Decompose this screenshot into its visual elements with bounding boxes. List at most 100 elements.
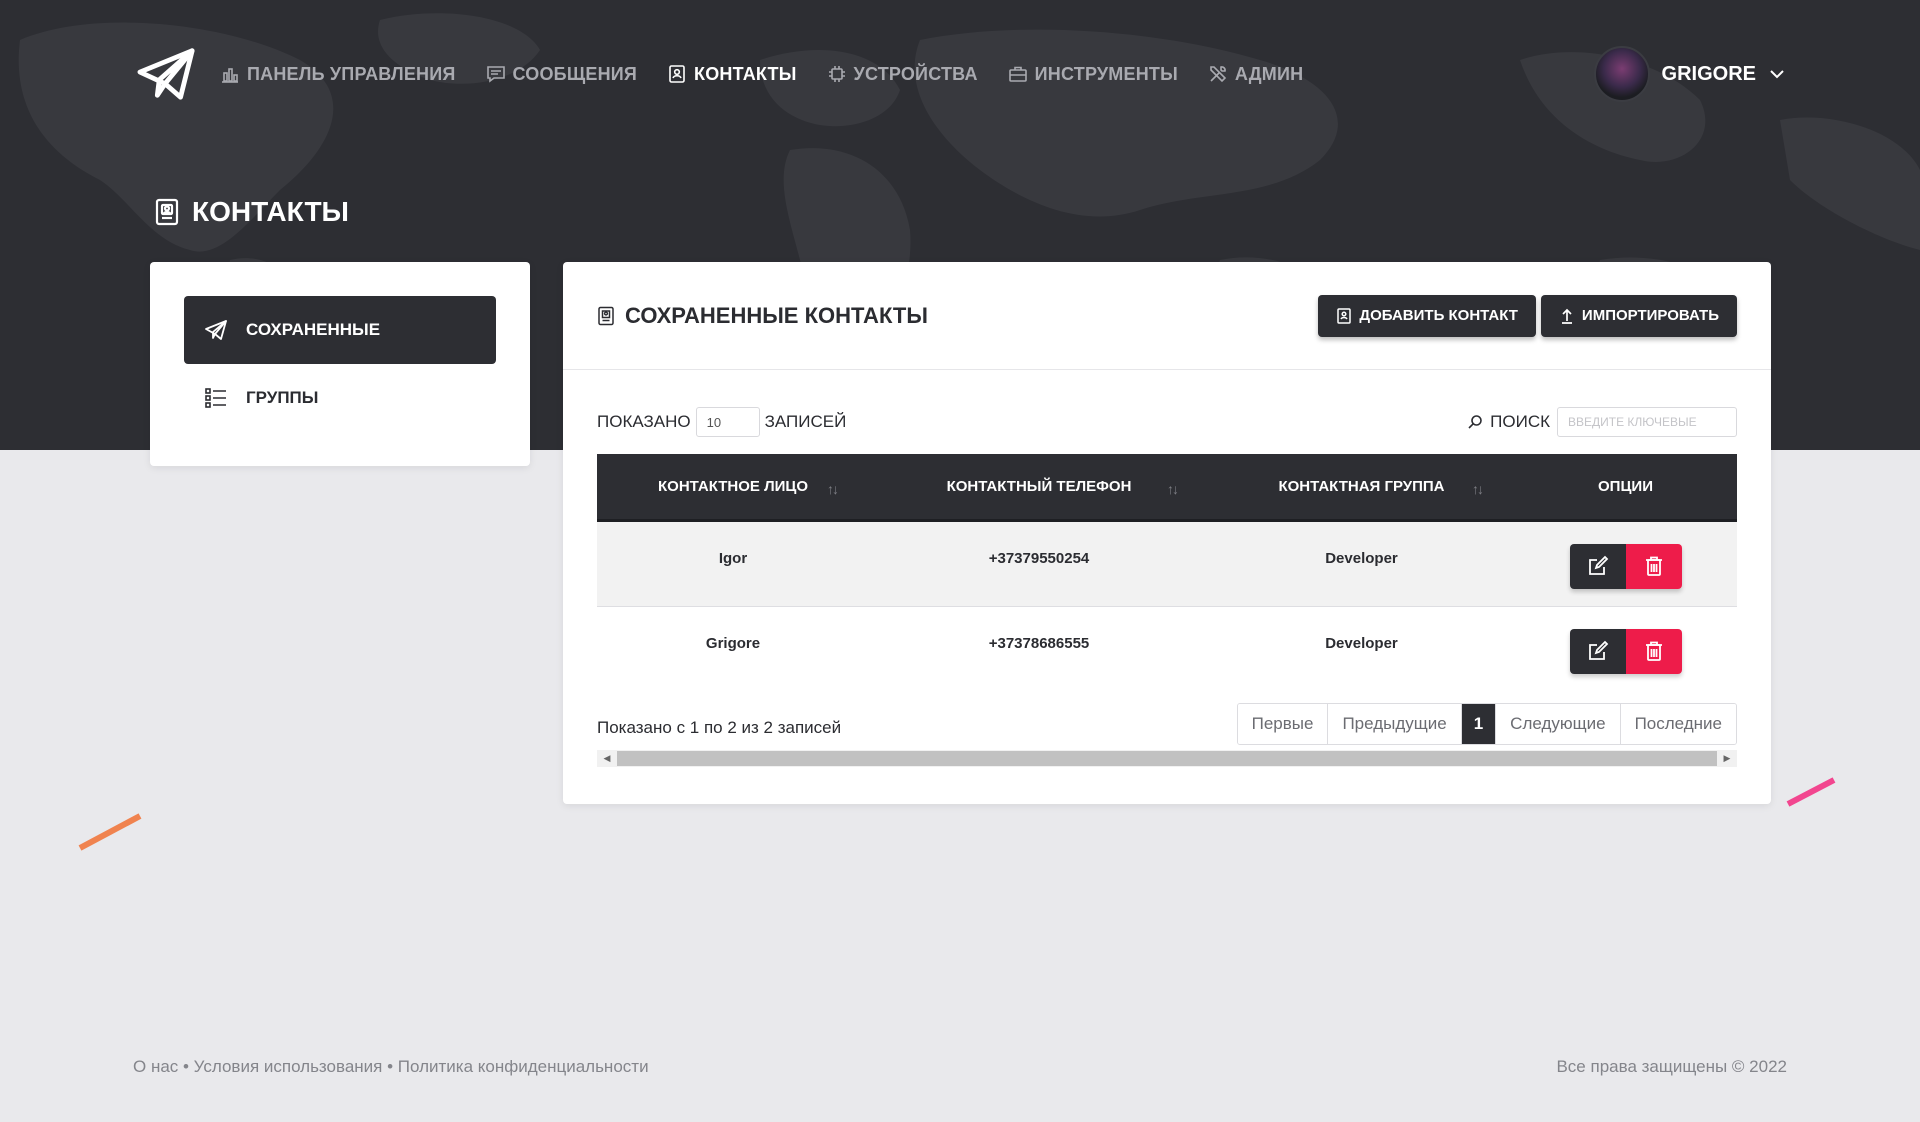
sidebar-item-label: Сохраненные bbox=[246, 320, 381, 339]
delete-button[interactable] bbox=[1625, 628, 1682, 674]
nav-item-admin[interactable]: Админ bbox=[1208, 64, 1303, 85]
search-icon bbox=[1468, 415, 1482, 429]
cell-contact-phone: +37379550254 bbox=[988, 549, 1090, 567]
column-header-contact[interactable]: Контактное лицо ↑↓ bbox=[597, 454, 869, 522]
table-row: Grigore +37378686555 Developer bbox=[597, 605, 1737, 692]
column-header-group[interactable]: Контактная группа ↑↓ bbox=[1209, 454, 1514, 522]
page-length-select[interactable]: 10 bbox=[695, 407, 760, 437]
nav-item-dashboard[interactable]: Панель управления bbox=[220, 64, 456, 85]
contact-book-icon bbox=[669, 65, 685, 83]
main-navbar: Панель управления Сообщения Контакты Уст… bbox=[136, 44, 1786, 104]
page-title-text: Контакты bbox=[192, 196, 349, 227]
table-controls: Показано 10 записей Поиск bbox=[597, 406, 1737, 438]
column-header-options: Опции bbox=[1514, 454, 1737, 522]
chip-icon bbox=[828, 66, 845, 82]
search-input[interactable] bbox=[1557, 407, 1737, 437]
cell-options bbox=[1514, 520, 1737, 606]
sidebar-item-saved[interactable]: Сохраненные bbox=[184, 296, 496, 364]
nav-item-label: Админ bbox=[1234, 63, 1304, 84]
pagination: Первые Предыдущие 1 Следующие Последние bbox=[1236, 703, 1737, 745]
message-icon bbox=[486, 66, 505, 83]
card-header: Сохраненные контакты Добавить контакт Им… bbox=[563, 262, 1771, 370]
add-contact-button[interactable]: Добавить контакт bbox=[1318, 294, 1536, 337]
decorative-stripe-orange bbox=[78, 813, 142, 851]
scrollbar-thumb[interactable] bbox=[617, 751, 1717, 766]
nav-item-label: Сообщения bbox=[512, 63, 638, 84]
cell-options bbox=[1514, 605, 1737, 692]
nav-item-label: Панель управления bbox=[247, 63, 456, 84]
user-name: GRIGORE bbox=[1661, 62, 1756, 85]
card-title: Сохраненные контакты bbox=[597, 303, 928, 329]
horizontal-scrollbar[interactable]: ◀ ▶ bbox=[597, 750, 1737, 767]
footer-links[interactable]: О нас • Условия использования • Политика… bbox=[133, 1057, 649, 1077]
delete-button[interactable] bbox=[1625, 543, 1682, 589]
page-title: Контакты bbox=[154, 196, 349, 228]
bar-chart-icon bbox=[222, 68, 238, 83]
nav-item-label: Контакты bbox=[694, 63, 797, 84]
sort-icon: ↑↓ bbox=[1167, 481, 1179, 498]
edit-button[interactable] bbox=[1569, 628, 1626, 674]
contact-book-icon bbox=[155, 198, 179, 226]
add-contact-label: Добавить контакт bbox=[1359, 307, 1518, 324]
contacts-table: Контактное лицо ↑↓ Контактный телефон ↑↓ К… bbox=[597, 454, 1737, 692]
import-button[interactable]: Импортировать bbox=[1540, 294, 1737, 337]
scroll-right-icon[interactable]: ▶ bbox=[1717, 750, 1737, 767]
nav-item-label: Устройства bbox=[853, 63, 978, 84]
contact-book-icon bbox=[598, 306, 614, 325]
contacts-card: Сохраненные контакты Добавить контакт Им… bbox=[563, 262, 1771, 804]
avatar bbox=[1593, 46, 1650, 102]
user-menu[interactable]: GRIGORE bbox=[1593, 44, 1786, 104]
cell-contact-group: Developer bbox=[1209, 605, 1514, 692]
decorative-stripe-pink bbox=[1786, 777, 1836, 807]
sidebar-card: Сохраненные Группы bbox=[150, 262, 530, 466]
upload-icon bbox=[1561, 308, 1572, 324]
pagination-next[interactable]: Следующие bbox=[1496, 704, 1621, 744]
column-header-phone[interactable]: Контактный телефон ↑↓ bbox=[869, 454, 1209, 522]
edit-button[interactable] bbox=[1569, 543, 1626, 589]
nav-item-contacts[interactable]: Контакты bbox=[667, 64, 797, 85]
cell-contact-name: Grigore bbox=[597, 605, 869, 692]
cell-contact-name: Igor bbox=[718, 549, 748, 567]
table-header-row: Контактное лицо ↑↓ Контактный телефон ↑↓ К… bbox=[597, 454, 1737, 522]
table-info: Показано с 1 по 2 из 2 записей bbox=[597, 718, 842, 737]
pagination-previous[interactable]: Предыдущие bbox=[1328, 704, 1462, 744]
show-prefix: Показано bbox=[597, 412, 691, 431]
page-length-value: 10 bbox=[706, 414, 722, 430]
table-row: Igor +37379550254 Developer bbox=[597, 520, 1737, 606]
card-actions: Добавить контакт Импортировать bbox=[1318, 294, 1737, 337]
cell-contact-group: Developer bbox=[1325, 549, 1398, 567]
sidebar-item-groups[interactable]: Группы bbox=[184, 364, 496, 432]
pagination-first[interactable]: Первые bbox=[1237, 704, 1329, 744]
sidebar-item-label: Группы bbox=[246, 388, 319, 407]
footer-copyright: Все права защищены © 2022 bbox=[1556, 1057, 1787, 1076]
import-label: Импортировать bbox=[1581, 307, 1719, 324]
page-length-control: Показано 10 записей bbox=[597, 407, 846, 437]
cell-contact-phone: +37378686555 bbox=[869, 605, 1209, 692]
pagination-current-page[interactable]: 1 bbox=[1461, 704, 1497, 744]
show-suffix: записей bbox=[764, 412, 847, 431]
card-title-text: Сохраненные контакты bbox=[625, 302, 928, 328]
nav-item-devices[interactable]: Устройства bbox=[827, 64, 978, 85]
search-control: Поиск bbox=[1467, 407, 1737, 437]
paper-plane-icon bbox=[205, 320, 227, 340]
scroll-left-icon[interactable]: ◀ bbox=[597, 750, 617, 767]
row-actions bbox=[1569, 628, 1682, 674]
list-icon bbox=[205, 388, 226, 408]
nav-item-label: Инструменты bbox=[1034, 63, 1178, 84]
trash-icon bbox=[1645, 641, 1662, 661]
briefcase-icon bbox=[1008, 66, 1027, 82]
contact-book-icon bbox=[1337, 307, 1352, 324]
chevron-down-icon bbox=[1770, 70, 1784, 79]
row-actions bbox=[1569, 543, 1682, 589]
nav-item-tools[interactable]: Инструменты bbox=[1008, 64, 1178, 85]
sort-icon: ↑↓ bbox=[827, 481, 839, 498]
logo-paper-plane-icon[interactable] bbox=[136, 44, 200, 104]
edit-icon bbox=[1588, 640, 1608, 660]
pagination-last[interactable]: Последние bbox=[1620, 704, 1736, 744]
search-label: Поиск bbox=[1490, 412, 1550, 431]
edit-icon bbox=[1588, 555, 1608, 575]
trash-icon bbox=[1645, 556, 1662, 576]
nav-item-messages[interactable]: Сообщения bbox=[486, 64, 638, 85]
tools-icon bbox=[1210, 66, 1227, 83]
sort-icon: ↑↓ bbox=[1472, 481, 1484, 498]
